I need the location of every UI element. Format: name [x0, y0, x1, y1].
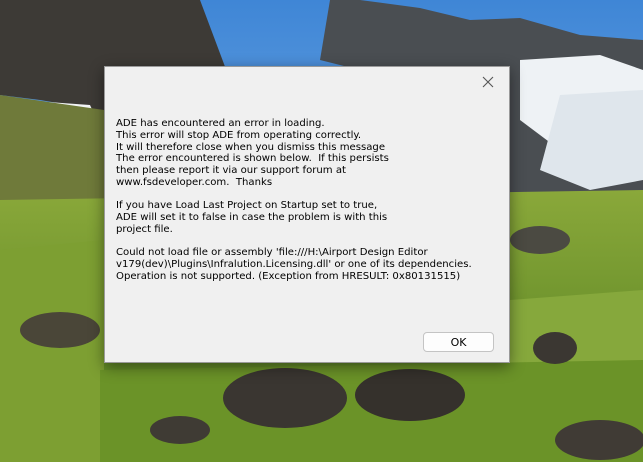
close-button[interactable] [475, 70, 501, 94]
message-intro: ADE has encountered an error in loading.… [116, 118, 389, 188]
error-dialog: ADE has encountered an error in loading.… [104, 66, 510, 363]
message-exception-details: Could not load file or assembly 'file://… [116, 247, 472, 282]
error-message: ADE has encountered an error in loading.… [116, 118, 496, 294]
ok-button[interactable]: OK [423, 332, 494, 352]
close-icon [482, 76, 494, 88]
message-load-last-project: If you have Load Last Project on Startup… [116, 200, 388, 235]
